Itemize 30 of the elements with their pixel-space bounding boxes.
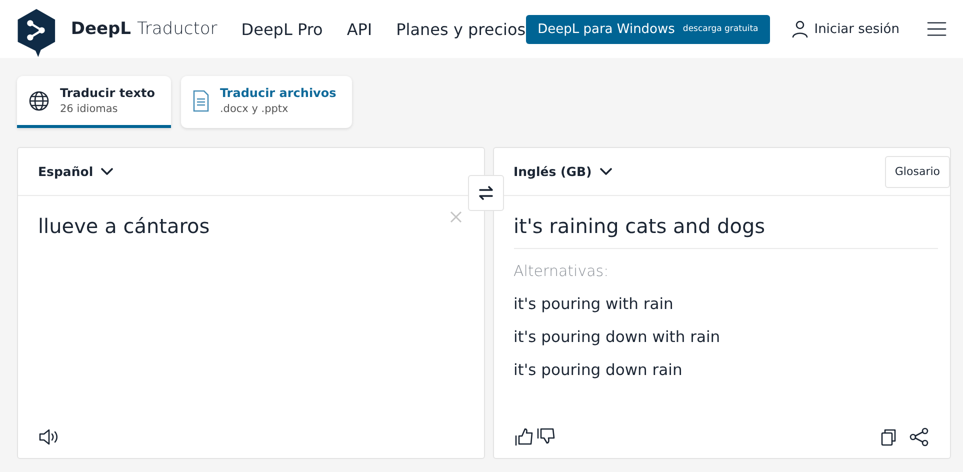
- speaker-icon[interactable]: [38, 428, 60, 446]
- nav-link[interactable]: API: [346, 20, 372, 38]
- source-language-select[interactable]: Español: [38, 164, 114, 179]
- alternative-translation[interactable]: it's pouring with rain: [514, 295, 674, 313]
- globe-icon: [28, 90, 50, 112]
- brand-name[interactable]: DeepL: [70, 19, 132, 39]
- glossary-button[interactable]: Glosario: [884, 156, 950, 188]
- swap-languages-button[interactable]: [468, 175, 504, 211]
- source-text-input[interactable]: llueve a cántaros: [38, 214, 464, 238]
- mode-tab[interactable]: Traducir archivos .docx y .pptx: [180, 76, 352, 128]
- swap-icon: [479, 186, 493, 200]
- alternatives-label: Alternativas:: [514, 262, 610, 280]
- translation-text: it's raining cats and dogs: [514, 214, 938, 249]
- chevron-icon: [101, 168, 114, 176]
- product-name[interactable]: Traductor: [137, 19, 218, 39]
- document-icon: [192, 90, 210, 112]
- download-button[interactable]: DeepL para Windows descarga gratuita: [526, 14, 770, 44]
- nav-link[interactable]: DeepL Pro: [241, 20, 323, 38]
- target-language-select[interactable]: Inglés (GB): [514, 164, 612, 179]
- thumbs-up-icon[interactable]: [514, 427, 534, 447]
- user-icon: [792, 20, 808, 38]
- copy-icon[interactable]: [880, 428, 898, 446]
- mode-tab[interactable]: Traducir texto 26 idiomas: [17, 76, 171, 128]
- alternative-translation[interactable]: it's pouring down with rain: [514, 328, 720, 346]
- alternative-translation[interactable]: it's pouring down rain: [514, 361, 682, 379]
- share-icon[interactable]: [908, 427, 930, 447]
- chevron-icon: [600, 168, 612, 176]
- menu-icon[interactable]: [927, 20, 947, 38]
- nav-link[interactable]: Planes y precios: [396, 20, 526, 38]
- login-button[interactable]: Iniciar sesión: [786, 19, 906, 39]
